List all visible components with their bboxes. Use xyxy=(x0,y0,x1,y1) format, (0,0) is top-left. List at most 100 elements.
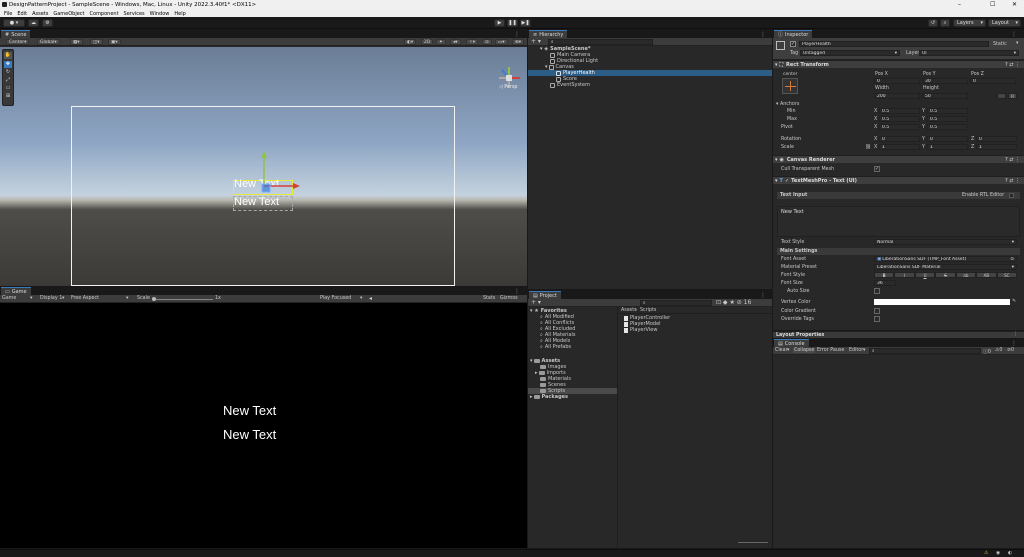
console-search-input[interactable]: ⌕ xyxy=(869,348,981,354)
vertex-color-swatch[interactable] xyxy=(874,299,1010,305)
menu-help[interactable]: Help xyxy=(174,11,185,17)
project-search-input[interactable]: ⌕ xyxy=(640,300,712,306)
layout-properties-bar[interactable]: Layout Properties ⋮ xyxy=(773,331,1024,338)
scale-tool-icon[interactable]: ⤢ xyxy=(4,77,12,84)
close-icon[interactable]: ✕ xyxy=(1012,1,1017,8)
hand-tool-icon[interactable]: ✋ xyxy=(4,52,12,59)
console-editor-dropdown[interactable]: Editor xyxy=(849,348,863,353)
active-checkbox[interactable]: ✓ xyxy=(790,41,796,47)
console-error-pause-button[interactable]: Error Pause xyxy=(817,348,844,353)
menu-edit[interactable]: Edit xyxy=(17,11,27,17)
search-icon[interactable]: ⌕ xyxy=(940,19,950,27)
posy-input[interactable]: 30 xyxy=(922,78,968,84)
game-mode-dropdown[interactable]: Game xyxy=(2,296,16,301)
stats-button[interactable]: Stats xyxy=(483,296,495,301)
italic-button[interactable]: I xyxy=(894,272,915,278)
grid-snap-button[interactable]: ▦▾ xyxy=(70,39,83,45)
console-menu-icon[interactable]: ⋮ xyxy=(1011,340,1017,347)
height-input[interactable]: 50 xyxy=(922,93,968,99)
color-gradient-checkbox[interactable] xyxy=(874,308,880,314)
display-dropdown[interactable]: Display 1 xyxy=(40,296,62,301)
account-button[interactable]: ● ▾ xyxy=(3,19,25,27)
snap-increment-button[interactable]: ◫▾ xyxy=(90,39,103,45)
menu-component[interactable]: Component xyxy=(90,11,119,17)
audio-icon[interactable]: ◂▾ xyxy=(450,39,461,45)
scale-slider[interactable] xyxy=(153,299,213,300)
smallcaps-button[interactable]: SC xyxy=(996,272,1017,278)
console-error-count[interactable]: ⊘0 xyxy=(1007,348,1014,353)
breadcrumb-scripts[interactable]: Scripts xyxy=(640,308,656,313)
status-cache-icon[interactable]: ◉ xyxy=(996,551,1000,556)
scene-menu-icon[interactable]: ⋮ xyxy=(514,31,520,38)
pivot-dropdown[interactable]: Center ▾ xyxy=(6,39,30,45)
material-preset-dropdown[interactable]: LiberationSans SDF Material ▾ xyxy=(874,264,1017,270)
status-warning-icon[interactable]: ⚠ xyxy=(984,551,988,556)
canvas-renderer-header[interactable]: ▾ ◉ Canvas Renderer? ⇄ ⋮ xyxy=(773,155,1024,163)
component-options-icons[interactable]: ? ⇄ ⋮ xyxy=(1005,178,1020,184)
blueprint-mode-button[interactable] xyxy=(997,93,1006,99)
move-tool-icon[interactable]: ✥ xyxy=(4,61,12,68)
file-playerview[interactable]: PlayerView xyxy=(624,327,772,333)
posz-input[interactable]: 0 xyxy=(970,78,1016,84)
persp-label[interactable]: ◁ Persp xyxy=(499,85,517,90)
play-focused-dropdown[interactable]: Play Focused xyxy=(320,296,351,301)
anchor-preset-button[interactable] xyxy=(782,78,798,94)
tmp-enabled-checkbox[interactable]: ✓ xyxy=(785,178,789,184)
anchors-foldout[interactable]: ▾ Anchors xyxy=(776,102,799,107)
gizmos-button[interactable]: Gizmos xyxy=(500,296,518,301)
posx-input[interactable]: 0 xyxy=(874,78,920,84)
menu-window[interactable]: Window xyxy=(150,11,170,17)
scale-y-input[interactable]: 1 xyxy=(927,144,968,150)
pause-button[interactable]: ❚❚ xyxy=(507,19,518,27)
shading-button[interactable]: ◐▾ xyxy=(404,39,417,45)
rect-transform-header[interactable]: ▾ ⛶ Rect Transform? ⇄ ⋮ xyxy=(773,60,1024,68)
hidden-objects-icon[interactable]: ⊘ xyxy=(482,39,492,45)
console-collapse-button[interactable]: Collapse xyxy=(793,348,816,353)
scale-x-input[interactable]: 1 xyxy=(879,144,920,150)
space-dropdown[interactable]: Global ▾ xyxy=(37,39,60,45)
menu-file[interactable]: File xyxy=(4,11,12,17)
auto-size-checkbox[interactable] xyxy=(874,288,880,294)
rotation-y-input[interactable]: 0 xyxy=(927,136,968,142)
rtl-editor-checkbox[interactable] xyxy=(1009,193,1014,198)
game-menu-icon[interactable]: ⋮ xyxy=(514,288,520,295)
menu-gameobject[interactable]: GameObject xyxy=(53,11,84,17)
lowercase-button[interactable]: ab xyxy=(955,272,977,278)
menu-assets[interactable]: Assets xyxy=(32,11,48,17)
tab-scene[interactable]: # Scene xyxy=(1,30,31,38)
raw-edit-button[interactable]: R xyxy=(1008,93,1017,99)
bold-button[interactable]: B xyxy=(874,272,895,278)
hierarchy-add-button[interactable]: + ▾ xyxy=(531,38,541,45)
hierarchy-item-eventsystem[interactable]: EventSystem xyxy=(528,82,772,88)
gameobject-name-input[interactable]: PlayerHealth xyxy=(799,41,989,47)
project-filter-icons[interactable]: ⊡ ◆ ★ ⊘ 16 xyxy=(716,299,751,306)
inspector-menu-icon[interactable]: ⋮ xyxy=(1011,31,1017,38)
cull-mesh-checkbox[interactable]: ✓ xyxy=(874,166,880,172)
transform-tool-icon[interactable]: ⊞ xyxy=(4,93,12,100)
eyedropper-icon[interactable]: ✎ xyxy=(1012,299,1016,304)
tab-project[interactable]: ▤ Project xyxy=(529,291,561,299)
project-add-button[interactable]: + ▾ xyxy=(531,299,541,306)
console-log-count[interactable]: ⓘ0 xyxy=(983,348,991,355)
history-icon[interactable]: ↺ xyxy=(928,19,938,27)
font-size-input[interactable]: 36 xyxy=(874,280,896,286)
strikethrough-button[interactable]: S xyxy=(935,272,956,278)
mute-audio-icon[interactable]: ◂ xyxy=(369,295,372,302)
layout-properties-menu-icon[interactable]: ⋮ xyxy=(1013,332,1018,337)
aspect-dropdown[interactable]: Free Aspect xyxy=(71,296,99,301)
rect-tool-icon[interactable]: ▭ xyxy=(4,85,12,92)
tab-hierarchy[interactable]: ≡ Hierarchy xyxy=(529,30,568,38)
anchor-max-x-input[interactable]: 0.5 xyxy=(879,116,920,122)
2d-toggle[interactable]: 2D xyxy=(421,39,434,45)
constrain-proportions-icon[interactable]: ⛓ xyxy=(865,145,871,150)
rotate-tool-icon[interactable]: ↻ xyxy=(4,69,12,76)
hierarchy-search-input[interactable]: ⌕ xyxy=(548,39,653,45)
component-options-icons[interactable]: ? ⇄ ⋮ xyxy=(1005,157,1020,163)
icon-size-slider[interactable] xyxy=(738,542,768,543)
cloud-icon[interactable]: ☁ xyxy=(28,19,39,27)
rotation-x-input[interactable]: 0 xyxy=(879,136,920,142)
status-progress-icon[interactable]: ◐ xyxy=(1008,551,1012,556)
font-asset-field[interactable]: ▣ LiberationSans SDF (TMP_Font Asset) ⊙ xyxy=(874,256,1017,262)
console-clear-button[interactable]: Clear xyxy=(775,348,788,353)
favorite-all-prefabs[interactable]: ⌕ All Prefabs xyxy=(528,344,617,350)
